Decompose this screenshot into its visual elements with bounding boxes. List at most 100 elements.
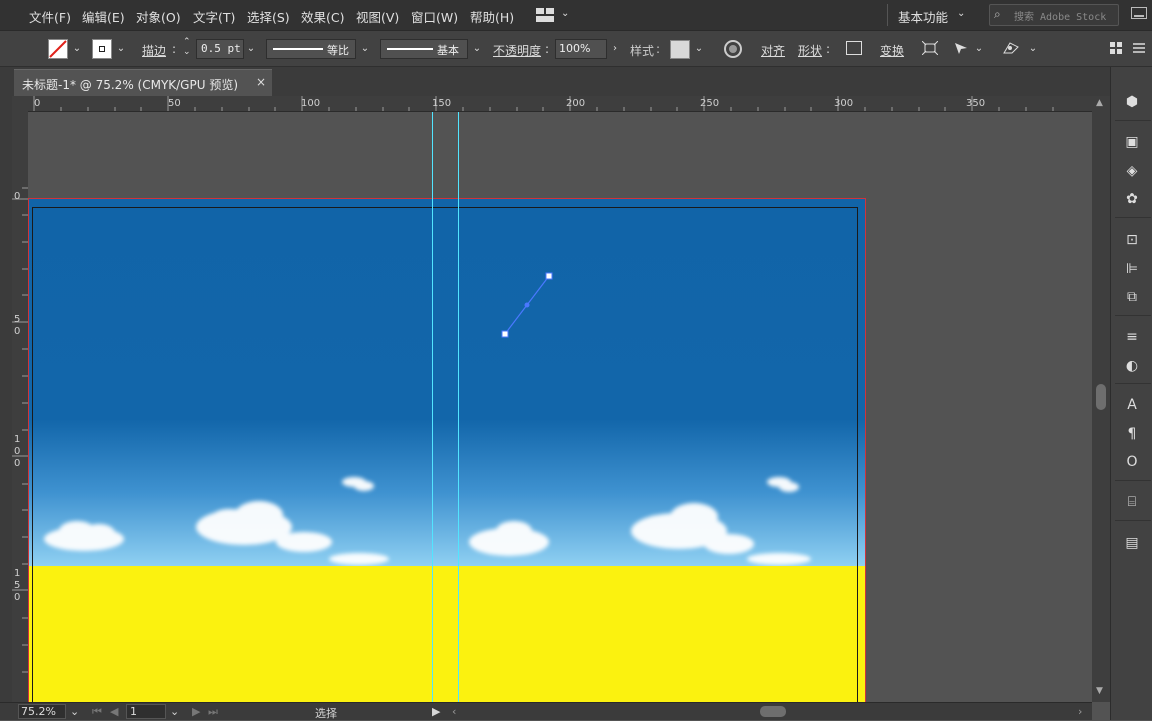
recolor-artwork-icon[interactable] — [724, 40, 742, 58]
opacity-input[interactable]: 100% — [555, 39, 607, 59]
shape-label[interactable]: 形状 — [798, 42, 822, 59]
fill-swatch-none[interactable] — [48, 39, 68, 59]
chevron-down-icon[interactable]: ⌄ — [70, 39, 84, 59]
ruler-label: 250 — [700, 98, 720, 109]
tools-panel-edge — [0, 67, 12, 702]
scroll-thumb[interactable] — [1096, 384, 1106, 410]
chevron-right-icon[interactable]: › — [608, 39, 622, 59]
ruler-label: 350 — [966, 98, 986, 109]
vertical-ruler[interactable]: 0 5 0 1 0 0 1 5 0 — [12, 112, 28, 702]
character-icon[interactable]: A — [1123, 396, 1141, 414]
menu-view[interactable]: 视图(V) — [356, 7, 399, 26]
document-tab[interactable]: 未标题-1* @ 75.2% (CMYK/GPU 预览) × — [14, 69, 272, 96]
align-icon[interactable]: ⊫ — [1123, 260, 1141, 278]
status-menu-icon[interactable]: ▶ — [432, 705, 440, 718]
chevron-down-icon[interactable]: ⌄ — [358, 39, 372, 59]
arrange-documents-icon[interactable] — [536, 8, 554, 22]
search-stock-field[interactable]: ⌕ 搜索 Adobe Stock — [989, 4, 1119, 26]
close-icon[interactable]: × — [256, 75, 266, 89]
chevron-down-icon[interactable]: ⌄ — [957, 8, 965, 19]
menu-bar: 文件(F) 编辑(E) 对象(O) 文字(T) 选择(S) 效果(C) 视图(V… — [0, 0, 1152, 31]
brush-definition[interactable]: 基本 — [380, 39, 468, 59]
appearance-icon[interactable]: ✿ — [1123, 190, 1141, 208]
stroke-swatch[interactable] — [92, 39, 112, 59]
document-tab-bar: 未标题-1* @ 75.2% (CMYK/GPU 预览) × — [0, 67, 1110, 96]
menu-select[interactable]: 选择(S) — [247, 7, 290, 26]
stroke-weight-label[interactable]: 描边 — [142, 42, 166, 59]
ruler-label: 100 — [301, 98, 321, 109]
menu-edit[interactable]: 编辑(E) — [82, 7, 125, 26]
gradient-icon[interactable]: ▤ — [1123, 534, 1141, 552]
layers-icon[interactable]: ◈ — [1123, 162, 1141, 180]
opacity-label[interactable]: 不透明度 — [493, 42, 541, 59]
stepper-arrows-icon[interactable]: ⌃ ⌄ — [183, 37, 191, 57]
ruler-label: 0 — [14, 191, 21, 202]
shape-bounds-icon[interactable] — [846, 41, 862, 55]
chevron-down-icon[interactable]: ⌄ — [1026, 39, 1040, 59]
artboard-number-field[interactable]: 1 — [126, 704, 166, 719]
search-placeholder: 搜索 Adobe Stock — [1014, 12, 1107, 23]
current-tool-label: 选择 — [315, 707, 337, 720]
transform-button[interactable]: 变换 — [880, 42, 904, 59]
properties-icon[interactable]: ▣ — [1123, 133, 1141, 151]
chevron-down-icon[interactable]: ⌄ — [70, 705, 79, 718]
chevron-down-icon[interactable]: ⌄ — [470, 39, 484, 59]
artboards-icon[interactable]: ⌸ — [1123, 493, 1141, 511]
scroll-right-icon[interactable]: › — [1078, 705, 1082, 718]
chevron-down-icon[interactable]: ⌄ — [561, 8, 569, 19]
stroke-weight-input[interactable]: 0.5 pt — [196, 39, 244, 59]
ruler-label: 200 — [566, 98, 586, 109]
status-bar: 75.2% ⌄ ⏮ ◀ 1 ⌄ ▶ ⏭ 选择 ▶ ‹ › — [0, 702, 1092, 720]
scroll-down-icon[interactable]: ▼ — [1096, 686, 1103, 696]
align-button[interactable]: 对齐 — [761, 42, 785, 59]
control-bar: ⌄ ⌄ 描边 : ⌃ ⌄ 0.5 pt ⌄ 等比 ⌄ 基本 ⌄ 不透明度 : 10… — [0, 31, 1152, 67]
selected-path[interactable] — [28, 112, 1092, 702]
zoom-field[interactable]: 75.2% — [18, 704, 66, 719]
scroll-up-icon[interactable]: ▲ — [1096, 98, 1103, 108]
vertical-scrollbar[interactable]: ▲ ▼ — [1092, 96, 1110, 702]
chevron-down-icon[interactable]: ⌄ — [244, 39, 258, 59]
menu-help[interactable]: 帮助(H) — [470, 7, 514, 26]
previous-artboard-icon[interactable]: ◀ — [110, 705, 118, 718]
opentype-icon[interactable]: O — [1123, 453, 1141, 471]
ruler-label: 300 — [834, 98, 854, 109]
chevron-down-icon[interactable]: ⌄ — [692, 39, 706, 59]
paragraph-icon[interactable]: ¶ — [1123, 425, 1141, 443]
selection-options-icon[interactable] — [953, 41, 969, 55]
ruler-origin[interactable] — [12, 96, 28, 112]
horizontal-ruler[interactable]: 0 50 100 150 200 250 300 350 — [28, 96, 1092, 112]
minimize-window-icon[interactable] — [1131, 7, 1147, 19]
puppet-warp-icon[interactable] — [1002, 41, 1020, 55]
last-artboard-icon[interactable]: ⏭ — [208, 705, 218, 719]
ruler-label: 150 — [432, 98, 452, 109]
ruler-label: 0 — [34, 98, 41, 109]
chevron-down-icon[interactable]: ⌄ — [972, 39, 986, 59]
workspace-switcher[interactable]: 基本功能 — [898, 7, 948, 26]
chevron-down-icon[interactable]: ⌄ — [170, 705, 179, 718]
variable-width-profile[interactable]: 等比 — [266, 39, 356, 59]
canvas-area[interactable] — [28, 112, 1092, 702]
first-artboard-icon[interactable]: ⏮ — [92, 705, 102, 719]
libraries-icon[interactable]: ⬢ — [1123, 93, 1141, 111]
stroke-icon[interactable]: ≡ — [1123, 328, 1141, 346]
transparency-icon[interactable]: ◐ — [1123, 357, 1141, 375]
style-label: 样式 — [630, 44, 655, 58]
ruler-label: 1 0 0 — [14, 434, 21, 469]
menu-effect[interactable]: 效果(C) — [301, 7, 344, 26]
chevron-down-icon[interactable]: ⌄ — [114, 39, 128, 59]
graphic-style-swatch[interactable] — [670, 40, 690, 59]
isolate-group-icon[interactable] — [921, 40, 939, 56]
horizontal-scroll-thumb[interactable] — [760, 706, 786, 717]
control-menu-icon[interactable] — [1132, 41, 1146, 55]
menu-object[interactable]: 对象(O) — [136, 7, 181, 26]
ruler-label: 50 — [168, 98, 181, 109]
scroll-left-icon[interactable]: ‹ — [452, 705, 456, 718]
menu-file[interactable]: 文件(F) — [29, 7, 71, 26]
pathfinder-icon[interactable]: ⧉ — [1123, 288, 1141, 306]
transform-icon[interactable]: ⊡ — [1123, 231, 1141, 249]
panel-grid-icon[interactable] — [1110, 42, 1122, 54]
menu-window[interactable]: 窗口(W) — [411, 7, 458, 26]
next-artboard-icon[interactable]: ▶ — [192, 705, 200, 718]
document-tab-title: 未标题-1* @ 75.2% (CMYK/GPU 预览) — [22, 78, 239, 92]
menu-type[interactable]: 文字(T) — [193, 7, 235, 26]
